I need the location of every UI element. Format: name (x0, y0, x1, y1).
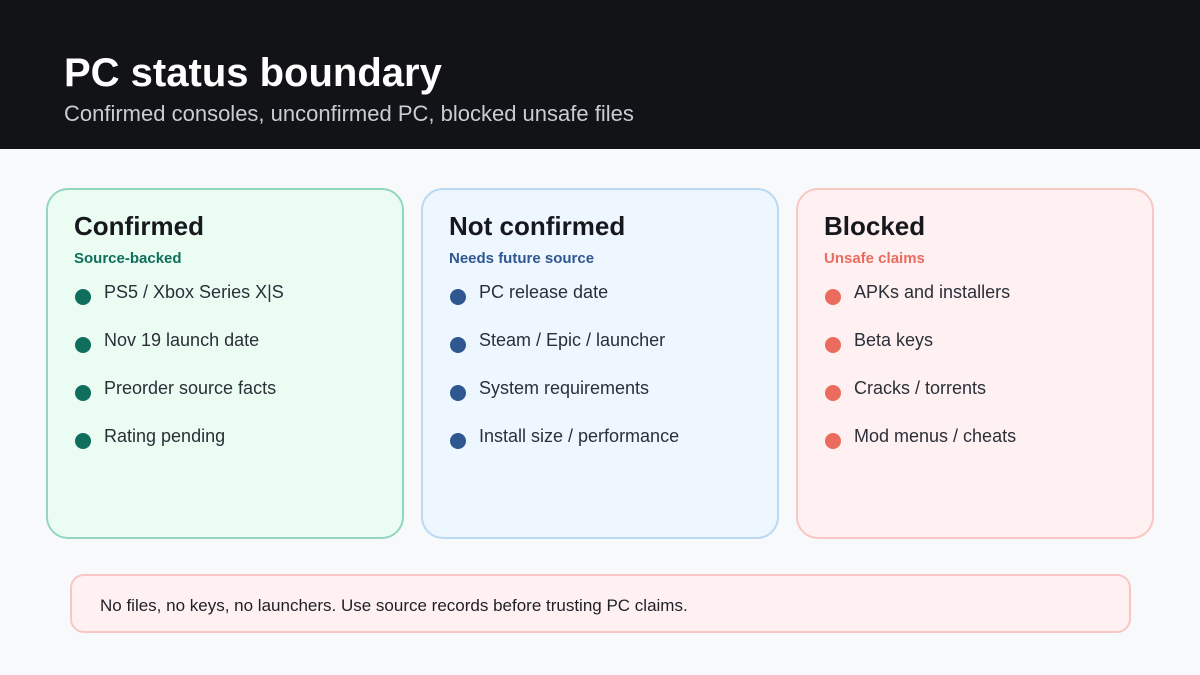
list-item-label: PC release date (479, 282, 609, 302)
list-item-label: PS5 / Xbox Series X|S (104, 282, 284, 302)
list-item-label: Cracks / torrents (854, 378, 987, 398)
card-subtitle: Source-backed (74, 250, 182, 267)
bullet-dot-icon (825, 337, 841, 353)
footer-notice: No files, no keys, no launchers. Use sou… (70, 574, 1131, 633)
list-item-label: Preorder source facts (104, 378, 277, 398)
card-confirmed: Confirmed Source-backed PS5 / Xbox Serie… (46, 188, 404, 539)
list-item-label: Install size / performance (479, 426, 680, 446)
list-item-label: Nov 19 launch date (104, 330, 260, 350)
card-not-confirmed: Not confirmed Needs future source PC rel… (421, 188, 779, 539)
list-item-label: Steam / Epic / launcher (479, 330, 666, 350)
page-title: PC status boundary (64, 51, 442, 95)
card-subtitle: Unsafe claims (824, 250, 925, 267)
card-title: Blocked (824, 211, 926, 241)
list-item-label: System requirements (479, 378, 650, 398)
bullet-dot-icon (450, 433, 466, 449)
bullet-dot-icon (450, 337, 466, 353)
bullet-dot-icon (75, 433, 91, 449)
card-title: Not confirmed (449, 211, 626, 241)
header-banner: PC status boundary Confirmed consoles, u… (0, 0, 1200, 149)
footer-notice-text: No files, no keys, no launchers. Use sou… (100, 596, 688, 615)
bullet-dot-icon (75, 289, 91, 305)
bullet-dot-icon (450, 289, 466, 305)
list-item-label: Mod menus / cheats (854, 426, 1017, 446)
card-blocked: Blocked Unsafe claims APKs and installer… (796, 188, 1154, 539)
card-subtitle: Needs future source (449, 250, 595, 267)
bullet-dot-icon (825, 289, 841, 305)
bullet-dot-icon (825, 433, 841, 449)
list-item-label: APKs and installers (854, 282, 1011, 302)
card-title: Confirmed (74, 211, 204, 241)
bullet-dot-icon (75, 337, 91, 353)
bullet-dot-icon (825, 385, 841, 401)
bullet-dot-icon (450, 385, 466, 401)
page-subtitle: Confirmed consoles, unconfirmed PC, bloc… (64, 101, 634, 126)
list-item-label: Beta keys (854, 330, 934, 350)
bullet-dot-icon (75, 385, 91, 401)
list-item-label: Rating pending (104, 426, 226, 446)
